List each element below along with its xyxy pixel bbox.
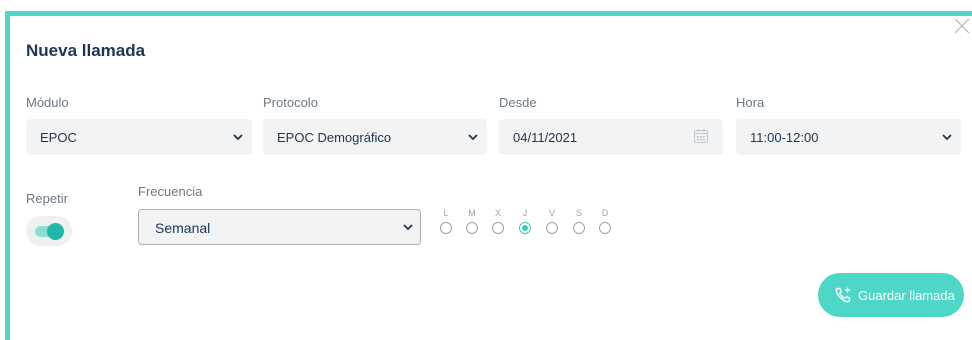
frequency-select[interactable]: Semanal — [138, 209, 421, 245]
day-radio-checked[interactable] — [519, 222, 531, 234]
chevron-down-icon — [403, 224, 413, 231]
save-call-label: Guardar llamada — [858, 288, 955, 303]
protocolo-value: EPOC Demográfico — [277, 130, 392, 145]
close-icon[interactable] — [952, 16, 972, 36]
dialog-title: Nueva llamada — [26, 41, 146, 60]
chevron-down-icon — [468, 134, 478, 141]
calendar-icon[interactable] — [693, 128, 709, 144]
day-letter: D — [601, 208, 609, 218]
modulo-label: Módulo — [26, 95, 69, 110]
day-wednesday[interactable]: X — [491, 207, 505, 234]
day-letter: J — [522, 208, 528, 218]
hora-value: 11:00-12:00 — [750, 130, 819, 145]
desde-label: Desde — [499, 95, 537, 110]
protocolo-label: Protocolo — [263, 95, 318, 110]
day-radio[interactable] — [466, 222, 478, 234]
frequency-label: Frecuencia — [138, 184, 203, 199]
day-thursday[interactable]: J — [518, 207, 532, 234]
day-tuesday[interactable]: M — [465, 207, 479, 234]
day-radio[interactable] — [599, 222, 611, 234]
modulo-value: EPOC — [40, 130, 77, 145]
day-monday[interactable]: L — [439, 207, 453, 234]
desde-date-input[interactable]: 04/11/2021 — [499, 119, 723, 155]
day-saturday[interactable]: S — [572, 207, 586, 234]
repeat-toggle[interactable] — [26, 216, 72, 246]
hora-select[interactable]: 11:00-12:00 — [736, 119, 961, 155]
day-radio[interactable] — [440, 222, 452, 234]
day-letter: X — [494, 208, 501, 218]
protocolo-select[interactable]: EPOC Demográfico — [263, 119, 487, 155]
day-letter: L — [443, 208, 449, 218]
save-call-button[interactable]: Guardar llamada — [818, 273, 964, 317]
frequency-value: Semanal — [155, 220, 211, 236]
dialog-top-border — [5, 11, 972, 16]
desde-value: 04/11/2021 — [513, 130, 578, 145]
day-letter: M — [468, 208, 476, 218]
day-letter: S — [575, 208, 582, 218]
modulo-select[interactable]: EPOC — [26, 119, 252, 155]
repeat-label: Repetir — [26, 191, 68, 206]
day-sunday[interactable]: D — [598, 207, 612, 234]
phone-add-icon — [835, 287, 851, 303]
toggle-knob — [47, 223, 64, 240]
chevron-down-icon — [233, 134, 243, 141]
day-radio[interactable] — [546, 222, 558, 234]
dialog-left-border — [5, 11, 10, 340]
chevron-down-icon — [942, 134, 952, 141]
day-friday[interactable]: V — [545, 207, 559, 234]
day-radio[interactable] — [492, 222, 504, 234]
day-letter: V — [548, 208, 555, 218]
day-radio[interactable] — [573, 222, 585, 234]
hora-label: Hora — [736, 95, 765, 110]
